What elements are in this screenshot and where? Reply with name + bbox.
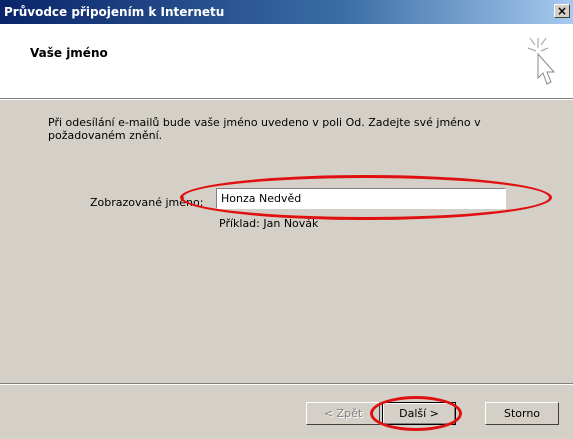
- cancel-button[interactable]: Storno: [485, 402, 559, 425]
- wizard-header: Vaše jméno: [0, 24, 573, 99]
- title-bar[interactable]: Průvodce připojením k Internetu ×: [0, 0, 573, 24]
- close-button[interactable]: ×: [554, 4, 570, 18]
- description-text: Při odesílání e-mailů bude vaše jméno uv…: [48, 116, 481, 142]
- display-name-input[interactable]: [216, 188, 506, 209]
- display-name-label: Zobrazované jméno:: [90, 196, 204, 209]
- close-icon: ×: [556, 4, 568, 18]
- back-button[interactable]: < Zpět: [306, 402, 380, 425]
- wizard-cursor-icon: [527, 37, 556, 85]
- window-title: Průvodce připojením k Internetu: [4, 5, 225, 19]
- wizard-body: Při odesílání e-mailů bude vaše jméno uv…: [0, 100, 573, 439]
- page-title: Vaše jméno: [30, 46, 108, 60]
- divider-highlight: [0, 384, 573, 385]
- example-text: Příklad: Jan Novák: [219, 217, 319, 230]
- next-button[interactable]: Další >: [382, 402, 456, 425]
